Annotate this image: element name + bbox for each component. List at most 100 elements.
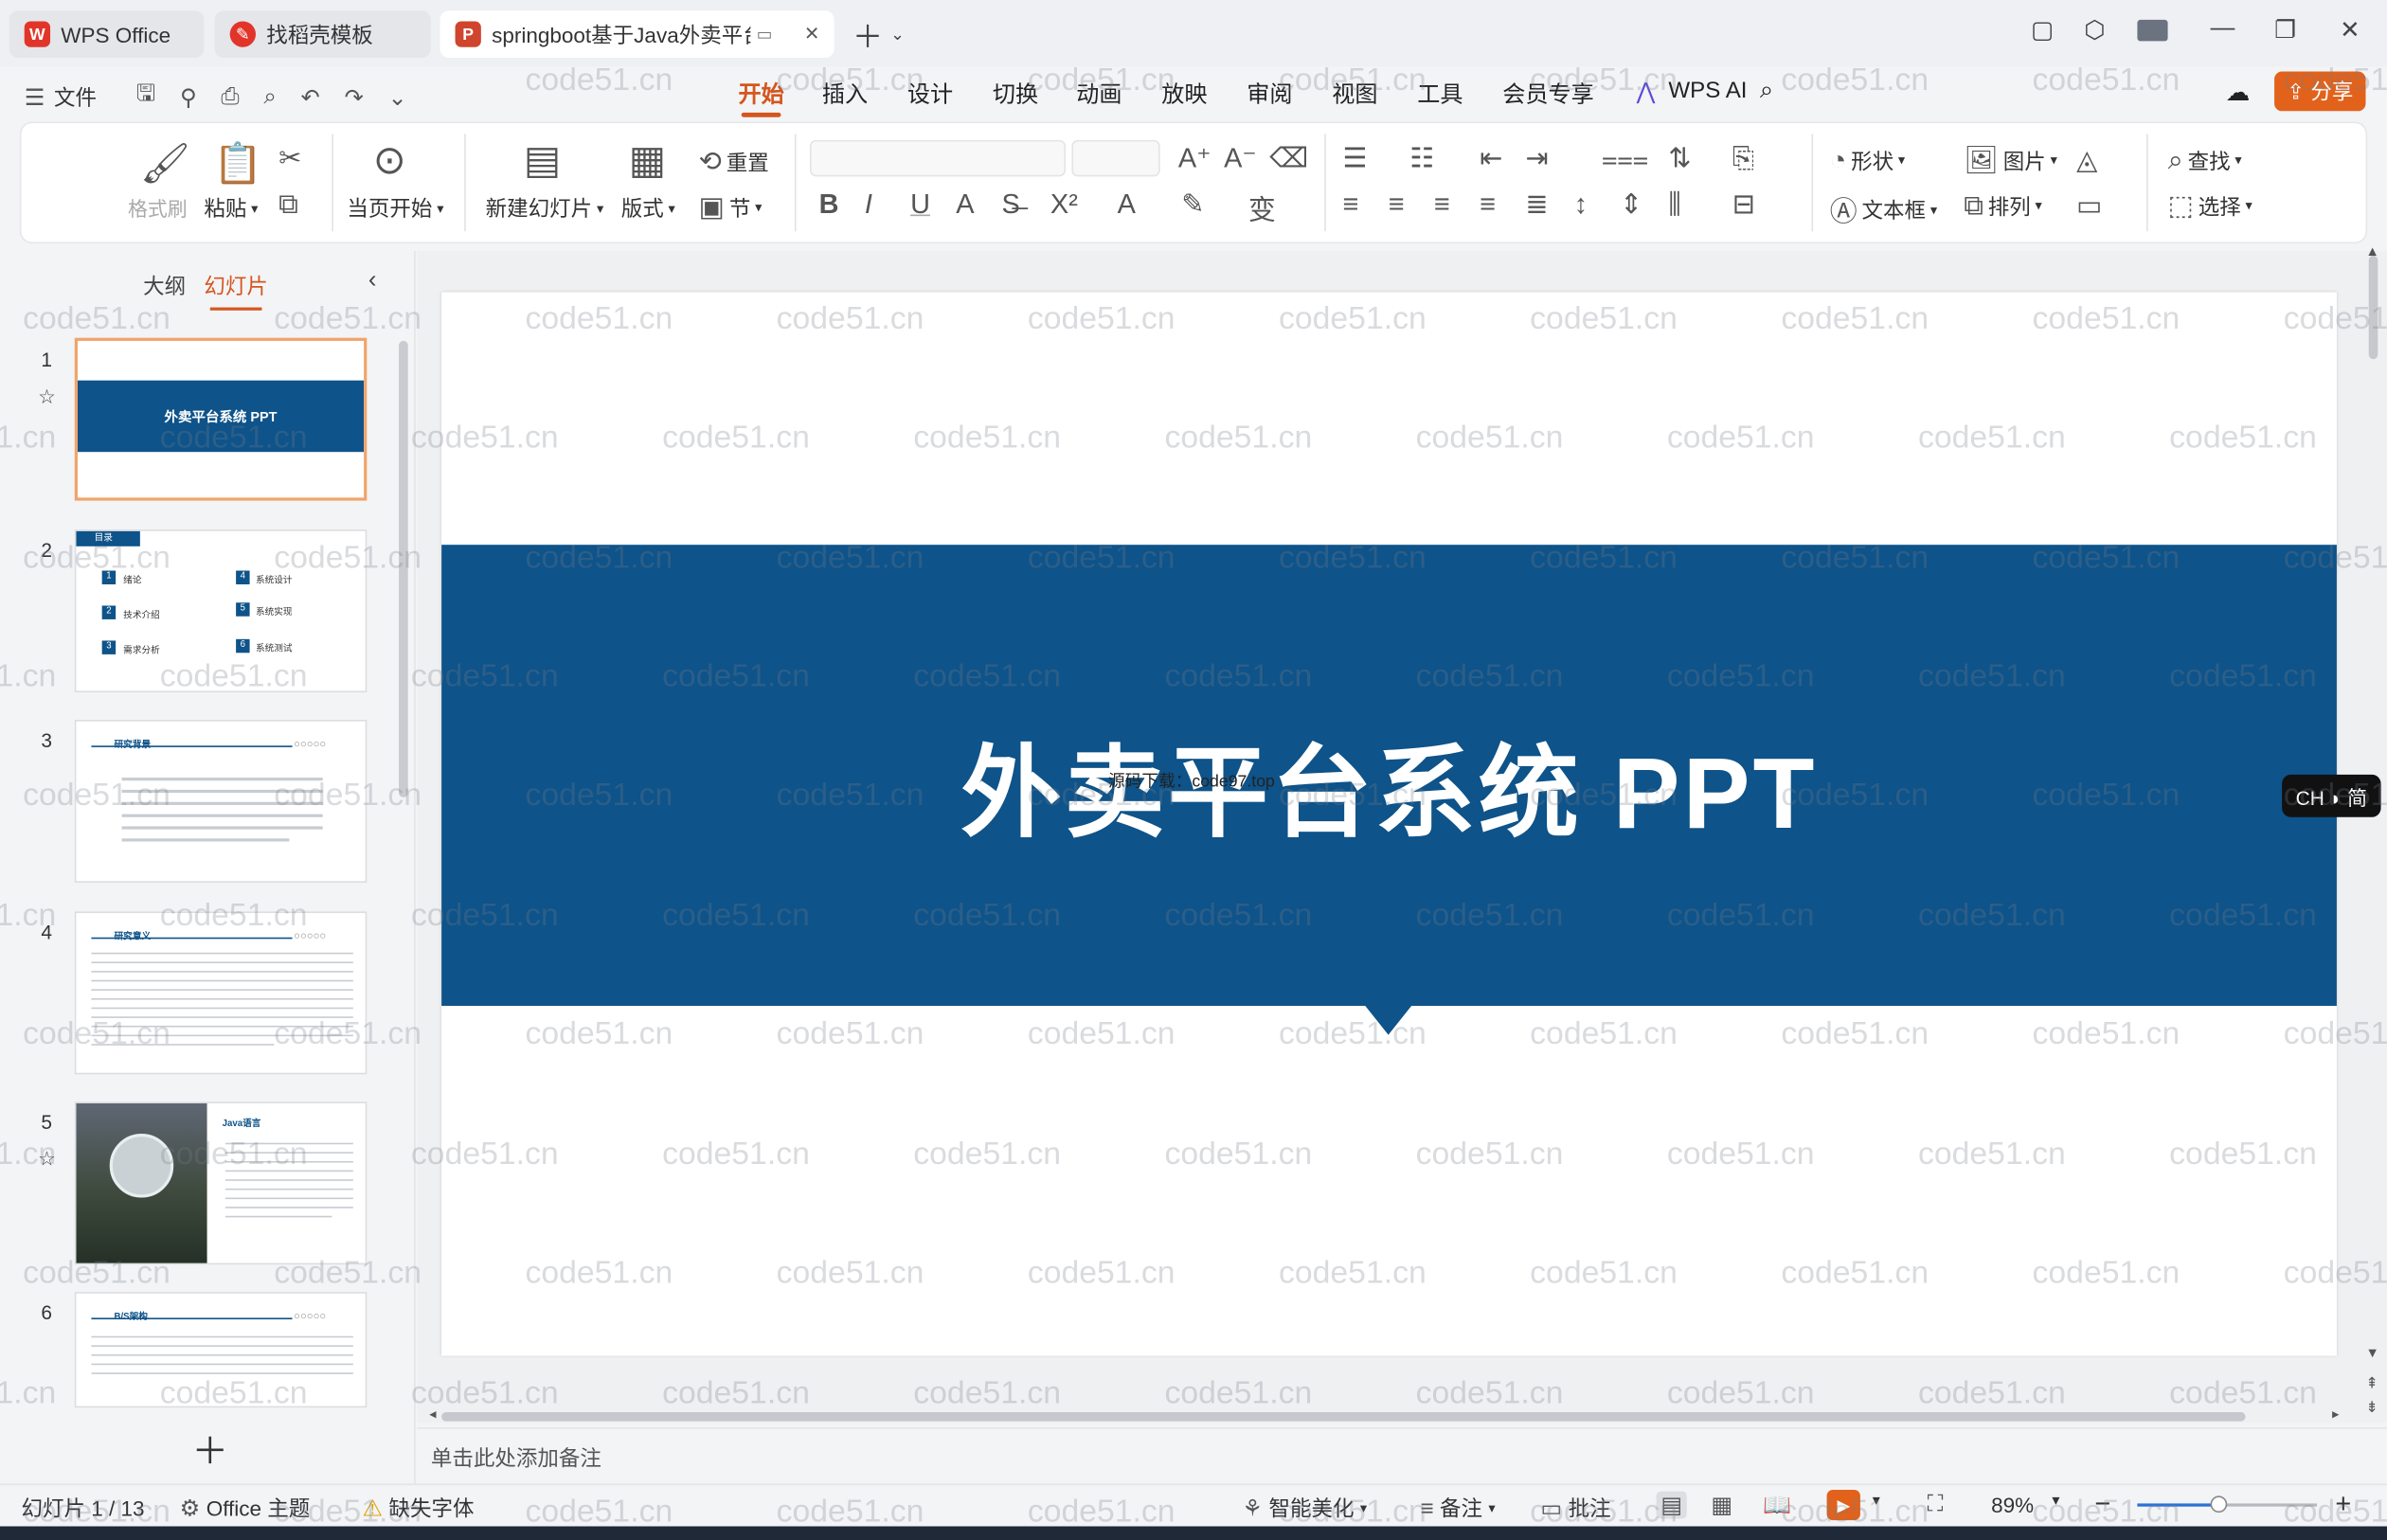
italic-icon[interactable]: I bbox=[865, 188, 872, 221]
panel-scrollbar[interactable] bbox=[399, 340, 408, 797]
slide-thumbnail-4[interactable]: 研究意义 ○○○○○ bbox=[74, 911, 368, 1075]
phonetic-icon[interactable]: 变 bbox=[1248, 188, 1276, 228]
comments-button[interactable]: ▭ 批注 bbox=[1540, 1493, 1610, 1523]
tab-slides[interactable]: 幻灯片 bbox=[204, 271, 268, 311]
from-current-button[interactable]: 当页开始 ▾ bbox=[347, 193, 443, 224]
tab-document[interactable]: P springboot基于Java外卖平台系统 ▭ × bbox=[440, 10, 835, 59]
outdent-icon[interactable]: ⇤ bbox=[1480, 143, 1502, 175]
tab-wps-office[interactable]: W WPS Office bbox=[9, 10, 205, 59]
share-button[interactable]: ⇪ 分享 bbox=[2274, 71, 2366, 112]
format-painter-button[interactable]: 格式刷 bbox=[128, 193, 188, 223]
cut-icon[interactable]: ✂ bbox=[278, 143, 301, 175]
scroll-up-icon[interactable]: ▲ bbox=[2365, 243, 2378, 259]
tab-wps-ai[interactable]: WPS AI bbox=[1668, 78, 1747, 103]
clear-format-icon[interactable]: ⌫ bbox=[1269, 143, 1308, 175]
chevron-down-icon[interactable]: ⌄ bbox=[890, 25, 905, 44]
horizontal-scrollbar[interactable] bbox=[441, 1412, 2246, 1422]
copy-icon[interactable]: ⧉ bbox=[278, 188, 298, 221]
find-button[interactable]: ⌕ 查找 ▾ bbox=[2168, 145, 2242, 177]
file-menu[interactable]: 文件 bbox=[54, 81, 97, 112]
format-painter-icon[interactable]: 🖌 bbox=[140, 140, 190, 188]
scroll-left-icon[interactable]: ◂ bbox=[429, 1406, 436, 1424]
reset-button[interactable]: ⟲ 重置 bbox=[699, 146, 769, 178]
paste-button[interactable]: 粘贴 ▾ bbox=[204, 193, 258, 224]
indent-icon[interactable]: ⇥ bbox=[1525, 143, 1548, 175]
slideshow-play-icon[interactable]: ▶ bbox=[1826, 1489, 1860, 1521]
window-layout-icon[interactable]: ▢ bbox=[2031, 15, 2054, 45]
sort-icon[interactable]: ⇅ bbox=[1668, 143, 1691, 175]
tab-tools[interactable]: 工具 bbox=[1417, 78, 1463, 110]
highlight-icon[interactable]: ✎ bbox=[1181, 188, 1204, 221]
hamburger-menu-icon[interactable]: ☰ bbox=[25, 83, 45, 110]
slide-thumbnail-5[interactable]: Java语言 bbox=[74, 1101, 368, 1265]
fit-window-icon[interactable]: ⛶ bbox=[1928, 1492, 1944, 1517]
tab-home[interactable]: 开始 bbox=[738, 78, 784, 117]
slide-title[interactable]: 外卖平台系统 PPT bbox=[441, 712, 2337, 858]
tab-transition[interactable]: 切换 bbox=[993, 78, 1038, 110]
print-preview-icon[interactable]: ⌕ bbox=[263, 83, 277, 109]
tab-view[interactable]: 视图 bbox=[1332, 78, 1377, 110]
strike-s-icon[interactable]: S̶ bbox=[1001, 188, 1019, 221]
font-family-select[interactable] bbox=[809, 139, 1066, 177]
pin-icon[interactable]: ⚲ bbox=[180, 83, 197, 110]
notes-button[interactable]: ≡ 备注 ▾ bbox=[1420, 1493, 1495, 1523]
tab-member[interactable]: 会员专享 bbox=[1502, 78, 1593, 110]
shape-button[interactable]: ◔ 形状 ▾ bbox=[1830, 145, 1905, 177]
restore-icon[interactable]: ❐ bbox=[2274, 15, 2296, 45]
more-chevron-icon[interactable]: ⌄ bbox=[388, 83, 407, 110]
undo-icon[interactable]: ↶ bbox=[301, 83, 320, 110]
tab-review[interactable]: 审阅 bbox=[1247, 78, 1292, 110]
layout-button[interactable]: 版式 ▾ bbox=[621, 193, 675, 224]
close-tab-icon[interactable]: × bbox=[805, 21, 819, 48]
line-spacing-icon[interactable]: ↕ bbox=[1574, 188, 1588, 221]
zoom-out-icon[interactable]: − bbox=[2094, 1488, 2110, 1520]
prev-slide-icon[interactable]: ⇞ bbox=[2365, 1375, 2378, 1392]
zoom-in-icon[interactable]: + bbox=[2335, 1488, 2351, 1520]
slide-thumbnail-2[interactable]: 目录 1 绪论 2 技术介绍 3 需求分析 4 系统设计 5 系统实现 6 系统… bbox=[74, 529, 368, 693]
convert-icon[interactable]: ⎘ bbox=[1732, 143, 1754, 175]
new-slide-button[interactable]: 新建幻灯片 ▾ bbox=[486, 193, 604, 224]
zoom-level[interactable]: 89% bbox=[1991, 1493, 2034, 1517]
close-window-icon[interactable]: ✕ bbox=[2340, 15, 2360, 45]
search-icon[interactable]: ⌕ bbox=[1760, 78, 1773, 105]
next-slide-icon[interactable]: ⇟ bbox=[2365, 1400, 2378, 1417]
tab-outline[interactable]: 大纲 bbox=[143, 271, 186, 301]
underline-icon[interactable]: U bbox=[910, 188, 930, 221]
bullets-icon[interactable]: ☰ bbox=[1342, 143, 1367, 175]
paste-icon[interactable]: 📋 bbox=[213, 140, 262, 188]
scroll-down-icon[interactable]: ▼ bbox=[2365, 1345, 2378, 1360]
reading-view-icon[interactable]: 📖 bbox=[1763, 1492, 1791, 1518]
slide-thumbnail-6[interactable]: B/S架构 ○○○○○ bbox=[74, 1292, 368, 1408]
outline-icon[interactable]: ▭ bbox=[2076, 190, 2102, 223]
section-button[interactable]: ▣ 节 ▾ bbox=[699, 191, 763, 224]
arrange-button[interactable]: ⧉ 排列 ▾ bbox=[1964, 190, 2042, 223]
numbering-icon[interactable]: ☷ bbox=[1409, 143, 1434, 175]
font-color-icon[interactable]: A bbox=[1118, 188, 1136, 221]
font-size-select[interactable] bbox=[1071, 139, 1160, 177]
missing-font-button[interactable]: ⚠ 缺失字体 bbox=[362, 1493, 474, 1523]
justify-icon[interactable]: ≡ bbox=[1480, 188, 1496, 221]
text-direction-icon[interactable]: ⩶ bbox=[1602, 143, 1649, 175]
align-left-icon[interactable]: ≡ bbox=[1342, 188, 1358, 221]
slide-1[interactable]: 外卖平台系统 PPT 源码下载：code97.top bbox=[441, 292, 2337, 1356]
star-icon[interactable]: ☆ bbox=[38, 385, 56, 410]
tab-docer[interactable]: ✎ 找稻壳模板 bbox=[214, 10, 431, 59]
select-button[interactable]: ⬚ 选择 ▾ bbox=[2168, 190, 2252, 223]
add-slide-icon[interactable]: ＋ bbox=[191, 1422, 228, 1475]
play-circle-icon[interactable]: ⊙ bbox=[373, 137, 406, 185]
beautify-button[interactable]: ⚘ 智能美化 ▾ bbox=[1242, 1493, 1367, 1523]
redo-icon[interactable]: ↷ bbox=[345, 83, 364, 110]
print-icon[interactable]: ⎙ bbox=[221, 83, 239, 109]
zoom-slider-handle[interactable] bbox=[2210, 1495, 2228, 1513]
zoom-options-icon[interactable]: ▾ bbox=[2052, 1493, 2059, 1510]
paragraph-spacing-icon[interactable]: ⇕ bbox=[1620, 188, 1642, 221]
bold-icon[interactable]: B bbox=[819, 188, 839, 221]
slide-thumbnail-3[interactable]: 研究背景 ○○○○○ bbox=[74, 719, 368, 883]
distribute-icon[interactable]: ≣ bbox=[1525, 188, 1548, 221]
normal-view-icon[interactable]: ▤ bbox=[1656, 1491, 1688, 1519]
minimize-icon[interactable]: — bbox=[2211, 15, 2235, 43]
new-slide-icon[interactable]: ▤ bbox=[524, 137, 562, 185]
textbox-button[interactable]: Ⓐ 文本框 ▾ bbox=[1830, 190, 1937, 230]
vertical-scrollbar[interactable] bbox=[2368, 255, 2378, 360]
text-align-icon[interactable]: ⊟ bbox=[1732, 188, 1755, 221]
